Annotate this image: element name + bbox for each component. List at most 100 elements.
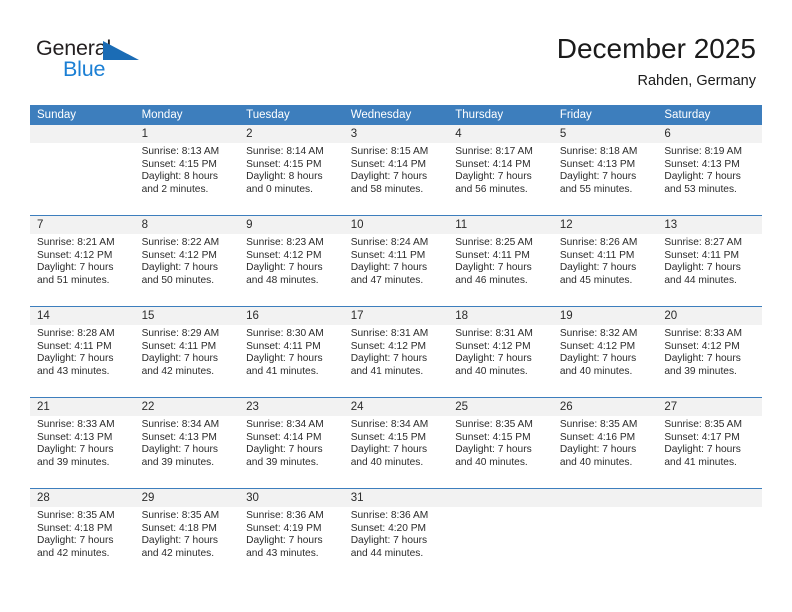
sunrise-text: Sunrise: 8:18 AM bbox=[559, 146, 638, 157]
calendar-day-cell[interactable]: 4 Sunrise: 8:17 AM Sunset: 4:14 PM Dayli… bbox=[448, 125, 553, 216]
calendar-day-cell[interactable]: 27 Sunrise: 8:35 AM Sunset: 4:17 PM Dayl… bbox=[657, 397, 762, 489]
calendar-day-cell[interactable]: 15 Sunrise: 8:29 AM Sunset: 4:11 PM Dayl… bbox=[134, 306, 240, 398]
sunset-text: Sunset: 4:20 PM bbox=[350, 522, 427, 534]
daylight-text-line1: Daylight: 7 hours bbox=[455, 171, 532, 183]
calendar-day-cell[interactable] bbox=[448, 488, 553, 579]
calendar-day-cell[interactable]: 12 Sunrise: 8:26 AM Sunset: 4:11 PM Dayl… bbox=[552, 215, 658, 307]
calendar-day-cell[interactable] bbox=[657, 488, 762, 579]
day-number: 1 bbox=[134, 125, 240, 143]
calendar-day-cell[interactable] bbox=[30, 125, 135, 216]
sunset-text: Sunset: 4:14 PM bbox=[350, 158, 427, 170]
daylight-text-line1: Daylight: 7 hours bbox=[664, 444, 741, 456]
calendar-day-cell[interactable]: 16 Sunrise: 8:30 AM Sunset: 4:11 PM Dayl… bbox=[239, 306, 344, 398]
calendar-day-cell[interactable]: 9 Sunrise: 8:23 AM Sunset: 4:12 PM Dayli… bbox=[239, 215, 344, 307]
calendar-day-cell[interactable]: 21 Sunrise: 8:33 AM Sunset: 4:13 PM Dayl… bbox=[30, 397, 135, 489]
daylight-text-line1: Daylight: 7 hours bbox=[37, 535, 114, 547]
daylight-text-line2: and 47 minutes. bbox=[350, 274, 424, 286]
calendar-day-cell[interactable]: 10 Sunrise: 8:24 AM Sunset: 4:11 PM Dayl… bbox=[343, 215, 449, 307]
calendar-day-cell[interactable]: 31 Sunrise: 8:36 AM Sunset: 4:20 PM Dayl… bbox=[343, 488, 449, 579]
calendar-day-cell[interactable]: 2 Sunrise: 8:14 AM Sunset: 4:15 PM Dayli… bbox=[239, 125, 344, 216]
calendar-day-cell[interactable]: 18 Sunrise: 8:31 AM Sunset: 4:12 PM Dayl… bbox=[448, 306, 553, 398]
daylight-text-line2: and 43 minutes. bbox=[37, 365, 110, 377]
sunset-text: Sunset: 4:11 PM bbox=[664, 249, 739, 261]
sunset-text: Sunset: 4:12 PM bbox=[37, 249, 113, 261]
day-number: 28 bbox=[30, 489, 135, 507]
day-info: Sunrise: 8:22 AM Sunset: 4:12 PM Dayligh… bbox=[135, 234, 240, 287]
day-info: Sunrise: 8:31 AM Sunset: 4:12 PM Dayligh… bbox=[344, 325, 449, 378]
title-block: December 2025 Rahden, Germany bbox=[557, 32, 756, 90]
daylight-text-line2: and 42 minutes. bbox=[141, 365, 215, 377]
calendar-day-cell[interactable]: 24 Sunrise: 8:34 AM Sunset: 4:15 PM Dayl… bbox=[343, 397, 449, 489]
sunrise-text: Sunrise: 8:15 AM bbox=[350, 146, 429, 157]
daylight-text-line2: and 53 minutes. bbox=[664, 183, 737, 195]
calendar-day-cell[interactable]: 20 Sunrise: 8:33 AM Sunset: 4:12 PM Dayl… bbox=[657, 306, 762, 398]
day-number: 19 bbox=[552, 307, 658, 325]
day-number: 25 bbox=[448, 398, 553, 416]
page-subtitle: Rahden, Germany bbox=[637, 73, 756, 89]
day-number: 6 bbox=[657, 125, 762, 143]
daylight-text-line1: Daylight: 7 hours bbox=[559, 171, 637, 183]
daylight-text-line1: Daylight: 7 hours bbox=[246, 353, 323, 365]
sunset-text: Sunset: 4:11 PM bbox=[559, 249, 635, 261]
calendar-day-cell[interactable]: 6 Sunrise: 8:19 AM Sunset: 4:13 PM Dayli… bbox=[657, 125, 762, 216]
sunset-text: Sunset: 4:13 PM bbox=[141, 431, 217, 443]
day-number: 21 bbox=[30, 398, 135, 416]
calendar-day-cell[interactable]: 1 Sunrise: 8:13 AM Sunset: 4:15 PM Dayli… bbox=[134, 125, 240, 216]
day-info: Sunrise: 8:19 AM Sunset: 4:13 PM Dayligh… bbox=[657, 143, 762, 196]
calendar-day-cell[interactable] bbox=[552, 488, 658, 579]
sunrise-text: Sunrise: 8:26 AM bbox=[559, 237, 638, 248]
calendar-day-cell[interactable]: 7 Sunrise: 8:21 AM Sunset: 4:12 PM Dayli… bbox=[30, 215, 135, 307]
daylight-text-line2: and 41 minutes. bbox=[664, 456, 737, 468]
day-info: Sunrise: 8:34 AM Sunset: 4:15 PM Dayligh… bbox=[344, 416, 449, 469]
calendar-day-cell[interactable]: 25 Sunrise: 8:35 AM Sunset: 4:15 PM Dayl… bbox=[448, 397, 553, 489]
calendar-day-cell[interactable]: 5 Sunrise: 8:18 AM Sunset: 4:13 PM Dayli… bbox=[552, 125, 658, 216]
sunrise-text: Sunrise: 8:13 AM bbox=[141, 146, 220, 157]
calendar-day-cell[interactable]: 29 Sunrise: 8:35 AM Sunset: 4:18 PM Dayl… bbox=[134, 488, 240, 579]
calendar-day-cell[interactable]: 22 Sunrise: 8:34 AM Sunset: 4:13 PM Dayl… bbox=[134, 397, 240, 489]
sunrise-text: Sunrise: 8:36 AM bbox=[246, 510, 324, 521]
daylight-text-line2: and 44 minutes. bbox=[350, 547, 424, 559]
daylight-text-line2: and 58 minutes. bbox=[350, 183, 424, 195]
day-info: Sunrise: 8:26 AM Sunset: 4:11 PM Dayligh… bbox=[553, 234, 658, 287]
logo-word-blue: Blue bbox=[63, 57, 106, 81]
calendar-day-cell[interactable]: 3 Sunrise: 8:15 AM Sunset: 4:14 PM Dayli… bbox=[343, 125, 449, 216]
day-info: Sunrise: 8:35 AM Sunset: 4:18 PM Dayligh… bbox=[30, 507, 135, 560]
sunset-text: Sunset: 4:12 PM bbox=[246, 249, 322, 261]
daylight-text-line1: Daylight: 7 hours bbox=[37, 262, 114, 274]
calendar-day-cell[interactable]: 11 Sunrise: 8:25 AM Sunset: 4:11 PM Dayl… bbox=[448, 215, 553, 307]
day-info bbox=[448, 507, 553, 510]
day-number: 26 bbox=[552, 398, 658, 416]
weekday-header-sunday: Sunday bbox=[30, 105, 135, 125]
calendar-day-cell[interactable]: 13 Sunrise: 8:27 AM Sunset: 4:11 PM Dayl… bbox=[657, 215, 762, 307]
daylight-text-line2: and 40 minutes. bbox=[455, 365, 528, 377]
calendar-week-row: 28 Sunrise: 8:35 AM Sunset: 4:18 PM Dayl… bbox=[30, 488, 762, 579]
day-info: Sunrise: 8:31 AM Sunset: 4:12 PM Dayligh… bbox=[448, 325, 553, 378]
calendar-day-cell[interactable]: 28 Sunrise: 8:35 AM Sunset: 4:18 PM Dayl… bbox=[30, 488, 135, 579]
daylight-text-line1: Daylight: 8 hours bbox=[246, 171, 323, 183]
calendar-day-cell[interactable]: 8 Sunrise: 8:22 AM Sunset: 4:12 PM Dayli… bbox=[134, 215, 240, 307]
day-info: Sunrise: 8:35 AM Sunset: 4:16 PM Dayligh… bbox=[553, 416, 658, 469]
calendar-day-cell[interactable]: 14 Sunrise: 8:28 AM Sunset: 4:11 PM Dayl… bbox=[30, 306, 135, 398]
sunset-text: Sunset: 4:13 PM bbox=[664, 158, 740, 170]
sunrise-text: Sunrise: 8:27 AM bbox=[664, 237, 742, 248]
sunrise-text: Sunrise: 8:30 AM bbox=[246, 328, 324, 339]
calendar-day-cell[interactable]: 17 Sunrise: 8:31 AM Sunset: 4:12 PM Dayl… bbox=[343, 306, 449, 398]
day-info: Sunrise: 8:18 AM Sunset: 4:13 PM Dayligh… bbox=[553, 143, 658, 196]
calendar-day-cell[interactable]: 23 Sunrise: 8:34 AM Sunset: 4:14 PM Dayl… bbox=[239, 397, 344, 489]
day-info: Sunrise: 8:13 AM Sunset: 4:15 PM Dayligh… bbox=[135, 143, 240, 196]
day-info: Sunrise: 8:35 AM Sunset: 4:15 PM Dayligh… bbox=[448, 416, 553, 469]
calendar-day-cell[interactable]: 19 Sunrise: 8:32 AM Sunset: 4:12 PM Dayl… bbox=[552, 306, 658, 398]
day-info: Sunrise: 8:32 AM Sunset: 4:12 PM Dayligh… bbox=[553, 325, 658, 378]
day-info: Sunrise: 8:33 AM Sunset: 4:13 PM Dayligh… bbox=[30, 416, 135, 469]
calendar-day-cell[interactable]: 30 Sunrise: 8:36 AM Sunset: 4:19 PM Dayl… bbox=[239, 488, 344, 579]
calendar-day-cell[interactable]: 26 Sunrise: 8:35 AM Sunset: 4:16 PM Dayl… bbox=[552, 397, 658, 489]
daylight-text-line2: and 40 minutes. bbox=[455, 456, 528, 468]
day-info: Sunrise: 8:28 AM Sunset: 4:11 PM Dayligh… bbox=[30, 325, 135, 378]
day-number: 9 bbox=[239, 216, 344, 234]
general-blue-logo[interactable]: General Blue bbox=[36, 36, 166, 88]
daylight-text-line2: and 41 minutes. bbox=[350, 365, 424, 377]
daylight-text-line2: and 56 minutes. bbox=[455, 183, 528, 195]
daylight-text-line1: Daylight: 8 hours bbox=[141, 171, 219, 183]
day-info: Sunrise: 8:14 AM Sunset: 4:15 PM Dayligh… bbox=[239, 143, 344, 196]
day-info: Sunrise: 8:15 AM Sunset: 4:14 PM Dayligh… bbox=[344, 143, 449, 196]
